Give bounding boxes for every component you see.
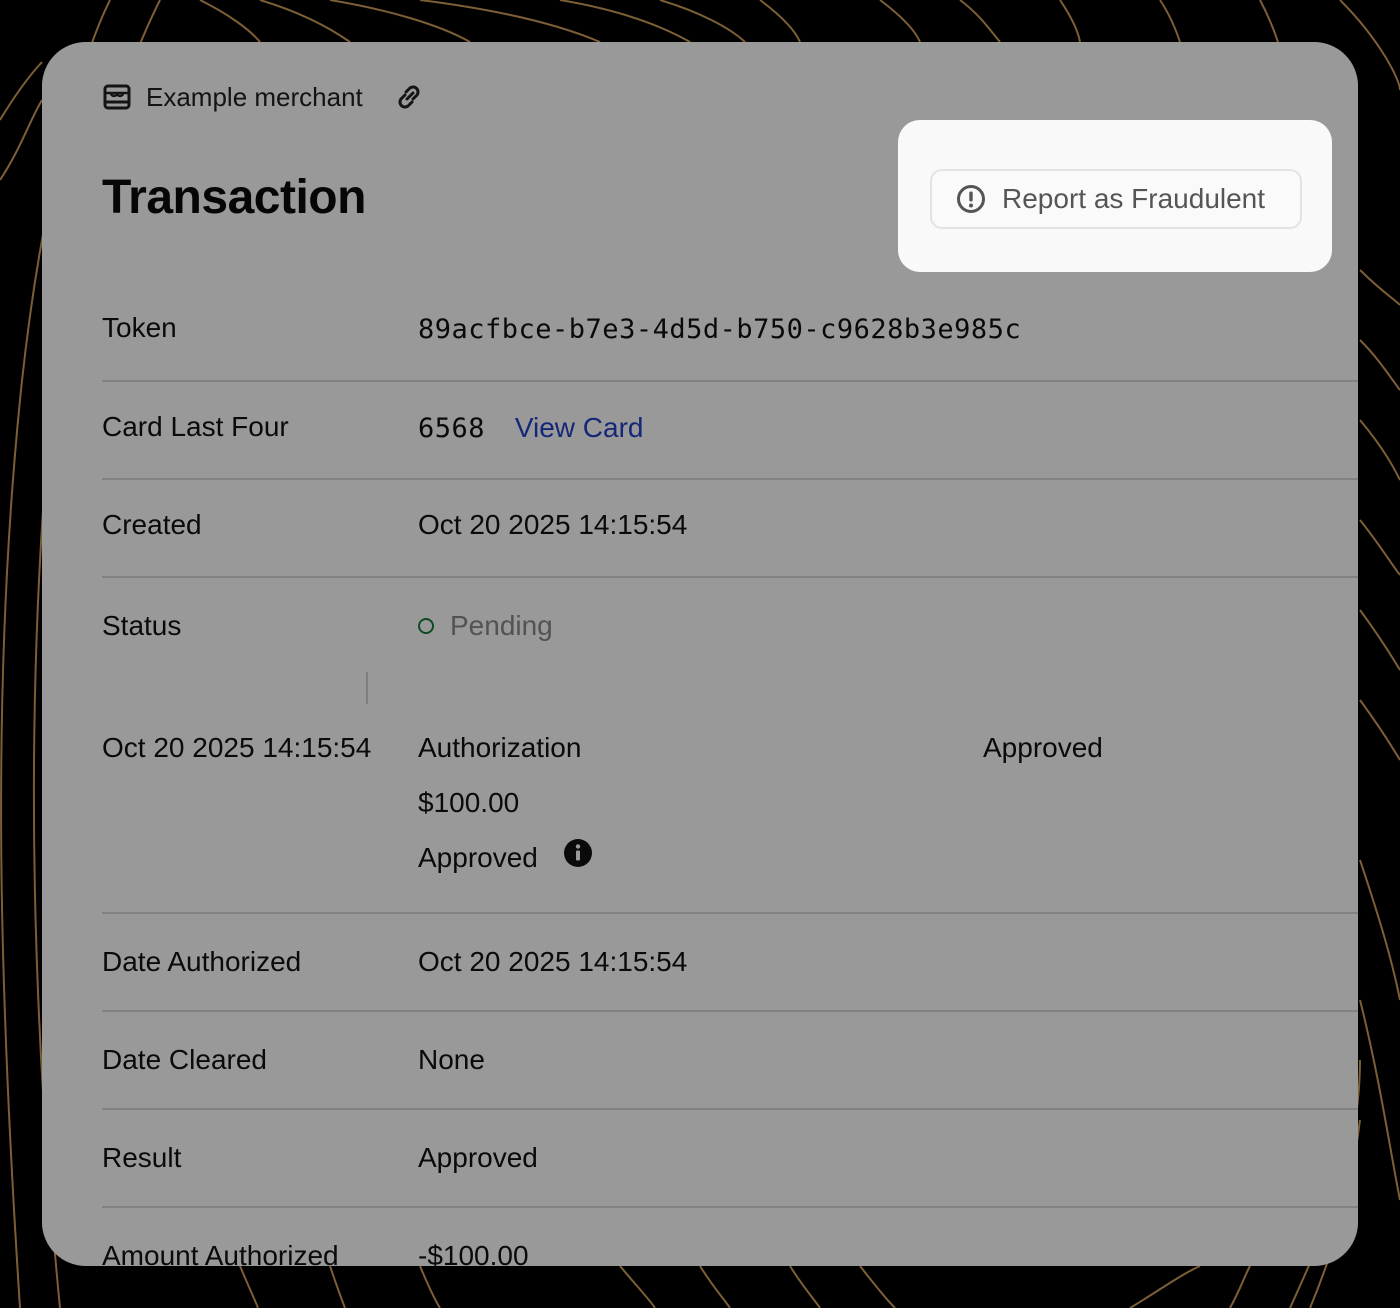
- status-row: Status Pending Oct 20 2025 14:15:54 Auth…: [102, 578, 1358, 914]
- event-timestamp: Oct 20 2025 14:15:54: [102, 732, 372, 763]
- date-cleared-row: Date Cleared None: [102, 1012, 1358, 1110]
- date-cleared-value: None: [418, 1044, 485, 1075]
- event-result: Approved: [418, 842, 538, 873]
- merchant-header: Example merchant: [102, 80, 425, 114]
- result-row: Result Approved: [102, 1110, 1358, 1208]
- token-value: 89acfbce-b7e3-4d5d-b750-c9628b3e985c: [418, 314, 1022, 345]
- report-fraudulent-label: Report as Fraudulent: [1002, 183, 1266, 214]
- result-value: Approved: [418, 1142, 538, 1173]
- status-pending-icon: [418, 617, 434, 634]
- card-last-four-value-group: 6568 View Card: [418, 412, 643, 444]
- created-label: Created: [102, 509, 202, 540]
- created-value: Oct 20 2025 14:15:54: [418, 509, 688, 540]
- date-cleared-label: Date Cleared: [102, 1044, 267, 1075]
- card-last-four-row: Card Last Four 6568 View Card: [102, 382, 1358, 480]
- token-label: Token: [102, 312, 177, 343]
- view-card-link[interactable]: View Card: [515, 412, 644, 443]
- store-icon: [103, 84, 131, 110]
- status-value-group: Pending: [418, 610, 553, 642]
- status-label: Status: [102, 610, 182, 641]
- result-label: Result: [102, 1142, 182, 1173]
- date-authorized-value: Oct 20 2025 14:15:54: [418, 946, 688, 977]
- status-value: Pending: [450, 610, 553, 641]
- amount-authorized-value: -$100.00: [418, 1240, 529, 1266]
- amount-authorized-label: Amount Authorized: [102, 1240, 339, 1266]
- merchant-name: Example merchant: [146, 81, 363, 112]
- created-row: Created Oct 20 2025 14:15:54: [102, 480, 1358, 578]
- report-fraudulent-button[interactable]: Report as Fraudulent: [930, 169, 1302, 229]
- token-row: Token 89acfbce-b7e3-4d5d-b750-c9628b3e98…: [102, 292, 1358, 382]
- alert-icon: [957, 185, 985, 213]
- timeline-connector: [366, 672, 368, 704]
- card-last-four-label: Card Last Four: [102, 411, 289, 442]
- card-last-four-value: 6568: [418, 413, 486, 444]
- event-amount: $100.00: [418, 787, 520, 818]
- amount-authorized-row: Amount Authorized -$100.00: [102, 1208, 1358, 1266]
- date-authorized-row: Date Authorized Oct 20 2025 14:15:54: [102, 914, 1358, 1012]
- event-status: Approved: [983, 732, 1103, 763]
- event-type: Authorization: [418, 732, 582, 763]
- info-icon[interactable]: [563, 838, 593, 868]
- page-title: Transaction: [102, 171, 366, 224]
- link-icon[interactable]: [393, 81, 425, 113]
- highlight-spotlight: Report as Fraudulent: [898, 120, 1332, 272]
- date-authorized-label: Date Authorized: [102, 946, 302, 977]
